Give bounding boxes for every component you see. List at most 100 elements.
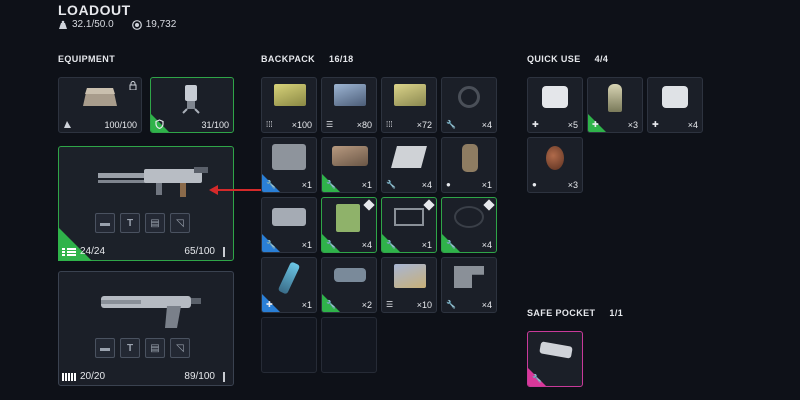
durability-bar: [223, 371, 225, 382]
item-quantity: ×100: [291, 120, 312, 130]
currency-value: 19,732: [145, 19, 177, 30]
item-quantity: ×1: [301, 180, 312, 190]
backpack-slot[interactable]: 🔧 ×4: [441, 257, 497, 313]
item-quantity: ×3: [567, 180, 578, 190]
stim-injector-icon: [277, 261, 301, 295]
wrench-icon: 🔧: [326, 240, 336, 249]
wrench-icon: 🔧: [266, 180, 276, 189]
secondary-weapon-footer: 20/20 89/100: [62, 371, 225, 382]
augment-icon: [81, 84, 119, 110]
quick-use-header: QUICK USE 4/4: [527, 54, 608, 64]
safe-pocket-header: SAFE POCKET 1/1: [527, 308, 623, 318]
item-quantity: ×4: [421, 180, 432, 190]
backpack-slot[interactable]: ⁞⁞⁞ ×72: [381, 77, 437, 133]
item-quantity: ×2: [361, 300, 372, 310]
wrench-icon: 🔧: [386, 240, 396, 249]
magazine-mod-slot[interactable]: ▤: [145, 338, 165, 358]
backpack-slot[interactable]: 🔧 ×1: [261, 137, 317, 193]
diamond-marker-icon: [423, 199, 435, 211]
primary-weapon-slot[interactable]: ▬ T ▤ ◹ 24/24 65/100: [58, 146, 234, 261]
ammo-type-icon: [62, 247, 76, 256]
quick-use-slot[interactable]: ✚ ×4: [647, 77, 703, 133]
weight-value: 32.1/50.0: [72, 19, 114, 30]
indicator-arrow-head: [209, 185, 218, 195]
underbarrel-mod-slot[interactable]: T: [120, 213, 140, 233]
backpack-slot[interactable]: ☰ ×80: [321, 77, 377, 133]
engine-part-icon: [332, 146, 368, 166]
secondary-durability: 89/100: [184, 371, 215, 382]
backpack-slot[interactable]: ✚ ×1: [261, 257, 317, 313]
backpack-empty-slot[interactable]: [321, 317, 377, 373]
backpack-slot[interactable]: 🔧 ×1: [321, 137, 377, 193]
item-quantity: ×4: [687, 120, 698, 130]
item-quantity: ×4: [361, 240, 372, 250]
item-quantity: ×1: [361, 180, 372, 190]
fuel-cell-icon: [336, 204, 360, 232]
backpack-slot[interactable]: 🔧 ×4: [321, 197, 377, 253]
secondary-mod-slots: ▬ T ▤ ◹: [95, 338, 190, 358]
ammo-tag-icon: ⁞⁞⁞: [386, 120, 393, 129]
backpack-slot[interactable]: 🔧 ×4: [441, 77, 497, 133]
underbarrel-mod-slot[interactable]: T: [120, 338, 140, 358]
bracket-icon: [454, 266, 484, 288]
secondary-weapon-slot[interactable]: ▬ T ▤ ◹ 20/20 89/100: [58, 271, 234, 386]
page-title: LOADOUT: [58, 2, 131, 18]
stock-mod-slot[interactable]: ◹: [170, 213, 190, 233]
item-quantity: ×1: [301, 300, 312, 310]
battery-icon: [272, 208, 306, 226]
diamond-marker-icon: [363, 199, 375, 211]
quick-use-slot[interactable]: ✚ ×5: [527, 77, 583, 133]
item-quantity: ×72: [416, 120, 432, 130]
muzzle-mod-slot[interactable]: ▬: [95, 213, 115, 233]
backpack-empty-slot[interactable]: [261, 317, 317, 373]
backpack-slot[interactable]: 🔧 ×4: [441, 197, 497, 253]
grenade-tag-icon: ●: [446, 180, 451, 189]
plus-tag-icon: ✚: [532, 120, 539, 129]
wrench-icon: 🔧: [386, 180, 396, 189]
wire-bundle-icon: [454, 206, 484, 228]
wire-frame-icon: [394, 208, 424, 226]
ammo-box-icon: [274, 84, 306, 106]
diamond-marker-icon: [483, 199, 495, 211]
item-quantity: ×1: [301, 240, 312, 250]
lock-icon: [129, 81, 137, 90]
item-quantity: ×4: [481, 240, 492, 250]
backpack-slot[interactable]: 🔧 ×1: [261, 197, 317, 253]
item-quantity: ×10: [416, 300, 432, 310]
backpack-slot[interactable]: 🔧 ×1: [381, 197, 437, 253]
canister-icon: [462, 144, 478, 172]
wrench-icon: 🔧: [266, 240, 276, 249]
safe-pocket-label: SAFE POCKET: [527, 308, 596, 318]
augment-slot[interactable]: 100/100: [58, 77, 142, 133]
backpack-slot[interactable]: 🔧 ×4: [381, 137, 437, 193]
stock-mod-slot[interactable]: ◹: [170, 338, 190, 358]
bandage-icon: [662, 86, 688, 108]
fabric-icon: [391, 146, 427, 168]
wrench-icon: 🔧: [532, 374, 542, 383]
wrench-icon: 🔧: [446, 240, 456, 249]
quick-use-slot[interactable]: ● ×3: [527, 137, 583, 193]
backpack-slot[interactable]: ☰ ×10: [381, 257, 437, 313]
durability-bar: [223, 246, 225, 257]
plus-tag-icon: ✚: [592, 120, 599, 129]
shield-durability: 31/100: [201, 120, 229, 130]
bandage-icon: [542, 86, 568, 108]
backpack-slot[interactable]: ● ×1: [441, 137, 497, 193]
shield-slot[interactable]: 31/100: [150, 77, 234, 133]
safe-pocket-slot[interactable]: 🔧: [527, 331, 583, 387]
scope-icon: [334, 268, 366, 282]
primary-durability: 65/100: [184, 246, 215, 257]
backpack-slot[interactable]: ⁞⁞⁞ ×100: [261, 77, 317, 133]
quick-use-slot[interactable]: ✚ ×3: [587, 77, 643, 133]
magazine-mod-slot[interactable]: ▤: [145, 213, 165, 233]
cable-coil-icon: [458, 86, 480, 108]
quick-use-count: 4/4: [594, 54, 609, 64]
ammo-box-icon: [394, 84, 426, 106]
augment-type-icon: [64, 121, 71, 128]
item-quantity: ×1: [481, 180, 492, 190]
shield-icon: [177, 82, 205, 119]
backpack-slot[interactable]: 🔧 ×2: [321, 257, 377, 313]
item-quantity: ×4: [481, 300, 492, 310]
muzzle-mod-slot[interactable]: ▬: [95, 338, 115, 358]
ammo-tag-icon: ⁞⁞⁞: [266, 120, 273, 129]
